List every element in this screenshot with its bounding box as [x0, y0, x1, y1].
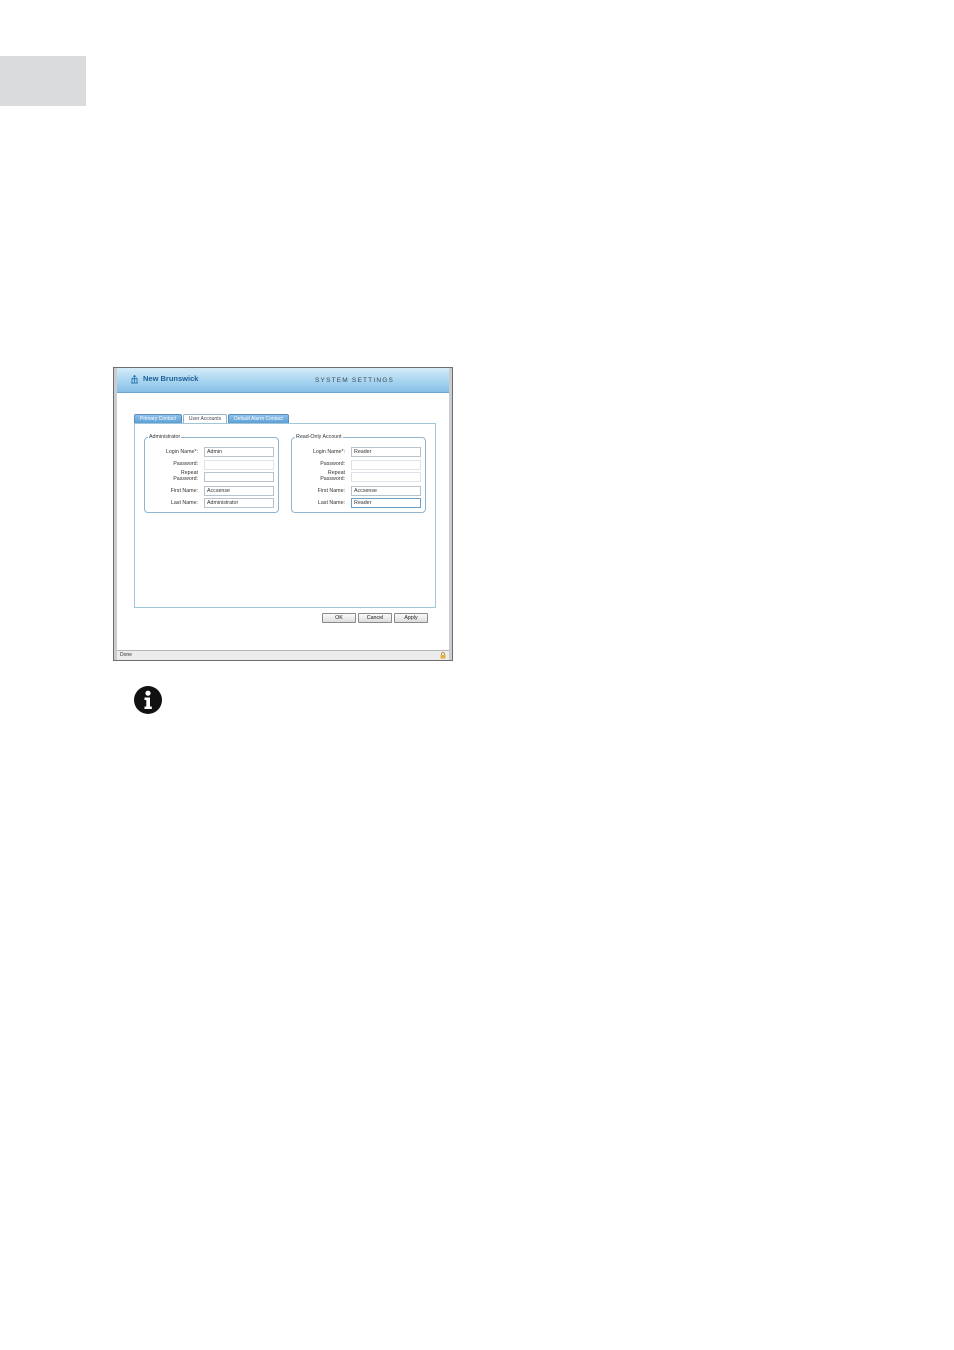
tab-user-accounts[interactable]: User Accounts	[182, 414, 228, 423]
chapter-tab-marker	[0, 56, 86, 106]
new-brunswick-logo-icon	[131, 375, 138, 384]
window-border-left	[114, 368, 117, 660]
settings-tabs: Primary Contact User Accounts Default Al…	[134, 414, 290, 423]
cancel-button[interactable]: Cancel	[358, 613, 392, 623]
admin-login-field[interactable]: Admin	[204, 447, 274, 457]
admin-repeat-password-field[interactable]	[204, 472, 274, 482]
reader-repeat-label-line2: Password:	[320, 476, 345, 482]
reader-last-name-field[interactable]: Reader	[351, 498, 421, 508]
admin-last-name-label: Last Name:	[170, 500, 198, 506]
page-title: SYSTEM SETTINGS	[315, 377, 395, 384]
window-border-right	[449, 368, 452, 660]
read-only-legend: Read-Only Account	[295, 434, 343, 440]
browser-window: New Brunswick SYSTEM SETTINGS Primary Co…	[113, 367, 453, 661]
reader-password-field[interactable]	[351, 460, 421, 470]
administrator-legend: Administrator	[148, 434, 182, 440]
admin-password-field[interactable]	[204, 460, 274, 470]
tab-primary-contact[interactable]: Primary Contact	[134, 414, 182, 423]
status-text: Done	[120, 652, 132, 658]
admin-login-label: Login Name*:	[165, 449, 198, 455]
reader-last-name-label: Last Name:	[317, 500, 345, 506]
admin-first-name-label: First Name:	[170, 488, 198, 494]
reader-login-field[interactable]: Reader	[351, 447, 421, 457]
brand-name: New Brunswick	[143, 374, 199, 383]
admin-last-name-field[interactable]: Administrator	[204, 498, 274, 508]
apply-button[interactable]: Apply	[394, 613, 428, 623]
reader-first-name-field[interactable]: Accsense	[351, 486, 421, 496]
tab-default-alarm-contact[interactable]: Default Alarm Contact	[228, 414, 289, 423]
admin-repeat-label-line2: Password:	[173, 476, 198, 482]
ok-button[interactable]: OK	[322, 613, 356, 623]
app-header: New Brunswick SYSTEM SETTINGS	[117, 368, 449, 393]
read-only-account-group: Read-Only Account Login Name*: Reader Pa…	[291, 434, 426, 513]
user-accounts-panel: Administrator Login Name*: Admin Passwor…	[134, 423, 436, 608]
brand-logo[interactable]: New Brunswick	[129, 373, 198, 384]
administrator-group: Administrator Login Name*: Admin Passwor…	[144, 434, 279, 513]
reader-password-label: Password:	[320, 461, 345, 467]
reader-login-label: Login Name*:	[312, 449, 345, 455]
info-icon	[134, 686, 162, 714]
admin-password-label: Password:	[173, 461, 198, 467]
reader-first-name-label: First Name:	[317, 488, 345, 494]
reader-repeat-password-field[interactable]	[351, 472, 421, 482]
lock-icon	[440, 652, 446, 659]
admin-first-name-field[interactable]: Accsense	[204, 486, 274, 496]
status-bar: Done	[117, 650, 449, 660]
